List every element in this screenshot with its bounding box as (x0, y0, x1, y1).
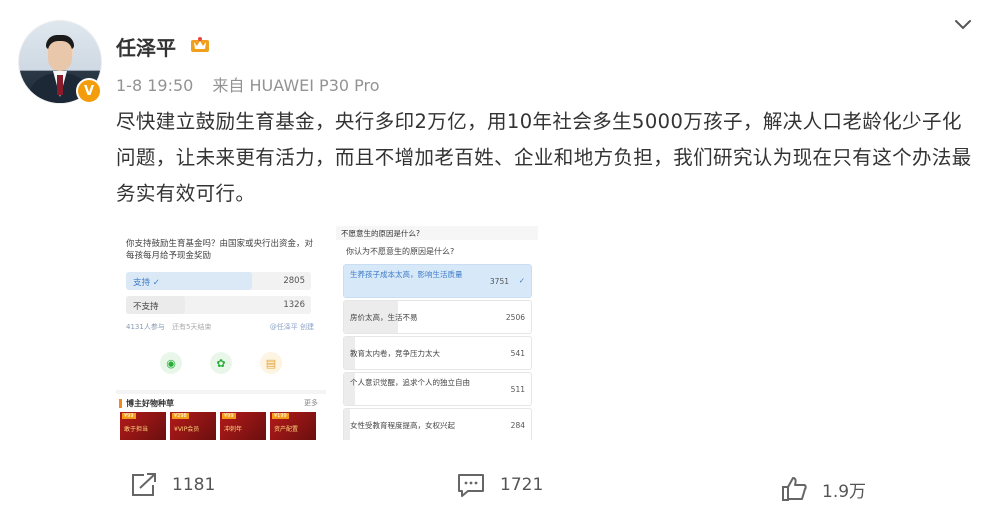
product-title: 敢于担当 (124, 426, 149, 433)
product-card[interactable]: ¥99 冲刺年 (220, 412, 266, 440)
poll-header: 不愿意生的原因是什么? (341, 229, 420, 238)
poll-option-label: 不支持 (133, 302, 159, 312)
product-price: ¥199 (272, 413, 289, 419)
product-card[interactable]: ¥298 ¥VIP会员 (170, 412, 216, 440)
poll-option[interactable]: 不支持 1326 (126, 296, 311, 314)
product-card[interactable]: ¥199 资产配置 (270, 412, 316, 440)
comment-button[interactable]: 1721 (456, 472, 543, 498)
poll-option-count: 284 (510, 421, 525, 430)
shop-more-link[interactable]: 更多 (304, 398, 318, 408)
shop-title: 博主好物种草 (126, 399, 174, 408)
poll-option-count: 3751 (489, 277, 509, 286)
poll-option-label: 生养孩子成本太高，影响生活质量 (350, 270, 463, 279)
comment-icon (458, 474, 484, 497)
poll-option[interactable]: 生养孩子成本太高，影响生活质量 3751 ✓ (343, 264, 532, 298)
poll-question: 你支持鼓励生育基金吗？由国家或央行出资金，对每孩每月给予现金奖励 (126, 239, 314, 261)
poll-option-label: 个人意识觉醒，追求个人的独立自由 (350, 378, 470, 387)
poll-option[interactable]: 教育太内卷，竞争压力太大 541 (343, 336, 532, 370)
poll-option[interactable]: 个人意识觉醒，追求个人的独立自由 511 (343, 372, 532, 406)
like-count: 1.9万 (822, 481, 867, 502)
product-title: 资产配置 (274, 426, 299, 433)
poll-deadline: 还有5天结束 (172, 323, 212, 331)
poll-option-label: 房价太高，生活不易 (350, 313, 418, 322)
username[interactable]: 任泽平 (116, 32, 176, 61)
product-title: ¥VIP会员 (174, 426, 200, 433)
product-price: ¥99 (122, 413, 136, 419)
poll-option-count: 541 (510, 349, 525, 358)
poll-screenshot-2[interactable]: 不愿意生的原因是什么? 你认为不愿意生的原因是什么? 生养孩子成本太高，影响生活… (336, 226, 538, 440)
moments-icon[interactable]: ✿ (210, 352, 232, 374)
poll-option[interactable]: 房价太高，生活不易 2506 (343, 300, 532, 334)
chevron-down-icon[interactable] (953, 14, 973, 34)
product-card[interactable]: ¥99 敢于担当 (120, 412, 166, 440)
poll-option-label: 教育太内卷，竞争压力太大 (350, 349, 440, 358)
share-card-icon[interactable]: ▤ (260, 352, 282, 374)
poll-option-count: 2805 (283, 276, 305, 286)
poll-participants: 4131人参与 (126, 323, 165, 331)
poll-option-label: 女性受教育程度提高，女权兴起 (350, 421, 455, 430)
product-title: 冲刺年 (224, 426, 243, 433)
poll-question: 你认为不愿意生的原因是什么? (346, 247, 455, 256)
post-meta: 1-8 19:50 来自 HUAWEI P30 Pro (116, 72, 394, 96)
poll-option-label: 支持 (133, 278, 151, 288)
product-price: ¥298 (172, 413, 189, 419)
comment-count: 1721 (500, 475, 544, 495)
verified-badge: V (76, 78, 102, 104)
crown-icon (191, 37, 209, 52)
shop-section: 博主好物种草 更多 ¥99 敢于担当 ¥298 ¥VIP会员 ¥99 冲刺年 ¥… (116, 394, 326, 440)
poll-option[interactable]: 支持 ✓ 2805 (126, 272, 311, 290)
poll-screenshot-1[interactable]: 你支持鼓励生育基金吗？由国家或央行出资金，对每孩每月给予现金奖励 支持 ✓ 28… (116, 226, 326, 440)
like-icon (782, 477, 807, 501)
poll-option-count: 1326 (283, 300, 305, 310)
repost-icon (132, 473, 156, 496)
post-source: 来自 HUAWEI P30 Pro (212, 76, 380, 95)
poll-option[interactable]: 女性受教育程度提高，女权兴起 284 (343, 408, 532, 440)
poll-option-count: 2506 (505, 313, 525, 322)
post-date: 1-8 19:50 (116, 76, 194, 95)
product-price: ¥99 (222, 413, 236, 419)
wechat-icon[interactable]: ◉ (160, 352, 182, 374)
repost-count: 1181 (172, 475, 216, 495)
repost-button[interactable]: 1181 (130, 472, 215, 498)
like-button[interactable]: 1.9万 (780, 476, 866, 502)
poll-creator: @任泽平 创建 (269, 323, 314, 331)
post-text: 尽快建立鼓励生育基金，央行多印2万亿，用10年社会多生5000万孩子，解决人口老… (116, 110, 972, 205)
poll-option-count: 511 (510, 385, 525, 394)
check-icon: ✓ (518, 276, 525, 285)
